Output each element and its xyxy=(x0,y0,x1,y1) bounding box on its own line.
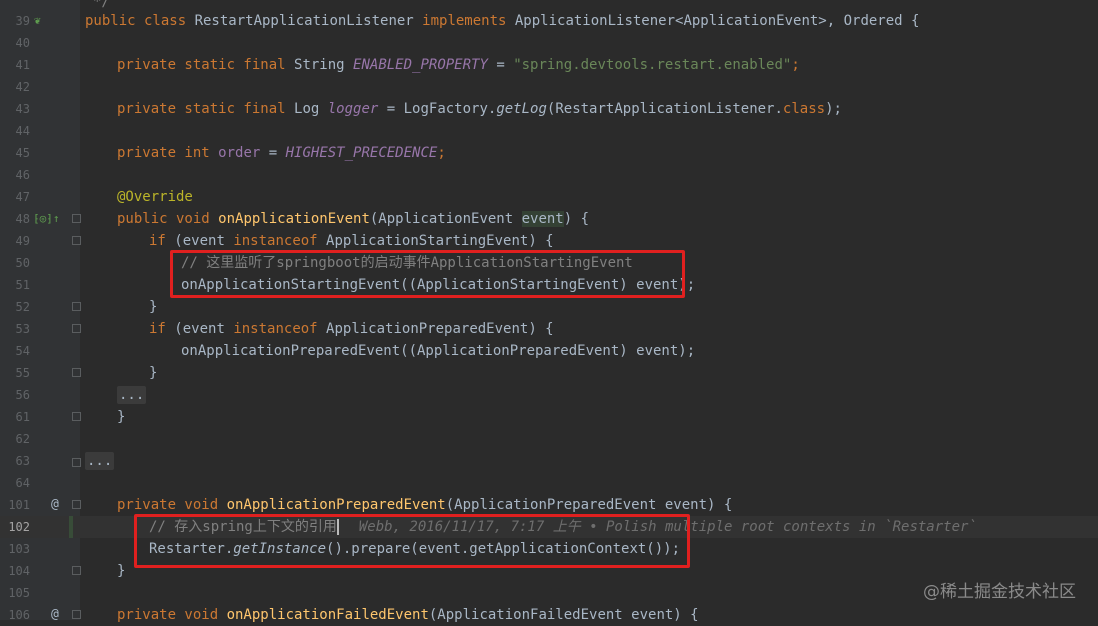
code-line-102: 102 // 存入spring上下文的引用 Webb, 2016/11/17, 7… xyxy=(0,516,1098,538)
code-text: if (event instanceof ApplicationPrepared… xyxy=(149,321,554,337)
code-line-50: 50 // 这里监听了springboot的启动事件ApplicationSta… xyxy=(0,252,1098,274)
git-blame-annotation: Webb, 2016/11/17, 7:17 上午 • Polish multi… xyxy=(358,519,977,535)
fold-toggle[interactable] xyxy=(72,458,81,467)
fold-toggle[interactable] xyxy=(72,324,81,333)
fold-toggle[interactable] xyxy=(72,412,81,421)
line-number: 52 xyxy=(15,300,30,314)
line-number: 43 xyxy=(15,102,30,116)
code-text: public class RestartApplicationListener … xyxy=(85,13,920,29)
vcs-change-marker[interactable] xyxy=(69,516,73,538)
fold-toggle[interactable] xyxy=(72,610,81,619)
code-line-41: 41 private static final String ENABLED_P… xyxy=(0,54,1098,76)
code-line-52: 52 } xyxy=(0,296,1098,318)
fold-toggle[interactable] xyxy=(72,566,81,575)
code-line-54: 54 onApplicationPreparedEvent((Applicati… xyxy=(0,340,1098,362)
code-text: // 存入spring上下文的引用 Webb, 2016/11/17, 7:17 … xyxy=(149,519,977,535)
folded-region[interactable]: ... xyxy=(117,384,147,406)
code-line-64: 64 xyxy=(0,472,1098,494)
code-text: } xyxy=(117,563,126,579)
code-line-56: 56 ... xyxy=(0,384,1098,406)
line-number: 56 xyxy=(15,388,30,402)
code-text: } xyxy=(117,409,126,425)
line-number: 106 xyxy=(8,608,30,622)
line-number: 104 xyxy=(8,564,30,578)
code-line-46: 46 xyxy=(0,164,1098,186)
code-text: onApplicationStartingEvent((ApplicationS… xyxy=(181,277,696,293)
code-text: } xyxy=(149,365,158,381)
code-text: } xyxy=(149,299,158,315)
line-number: 42 xyxy=(15,80,30,94)
line-number: 102 xyxy=(8,520,30,534)
override-run-icon[interactable]: ⁅◎⁆↑ xyxy=(33,208,60,230)
code-text: private void onApplicationPreparedEvent(… xyxy=(117,497,733,513)
line-number: 54 xyxy=(15,344,30,358)
fold-toggle[interactable] xyxy=(72,214,81,223)
code-line-53: 53 if (event instanceof ApplicationPrepa… xyxy=(0,318,1098,340)
code-line-42: 42 xyxy=(0,76,1098,98)
code-line-106: 106 @ private void onApplicationFailedEv… xyxy=(0,604,1098,626)
line-number: 40 xyxy=(15,36,30,50)
line-number: 49 xyxy=(15,234,30,248)
code-line-48: 48 ⁅◎⁆↑ public void onApplicationEvent(A… xyxy=(0,208,1098,230)
line-number: 62 xyxy=(15,432,30,446)
annotation-text: @Override xyxy=(117,189,193,205)
fold-toggle[interactable] xyxy=(72,236,81,245)
line-number: 46 xyxy=(15,168,30,182)
line-number: 101 xyxy=(8,498,30,512)
line-number: 44 xyxy=(15,124,30,138)
at-icon[interactable]: @ xyxy=(51,604,59,626)
line-number: 39 xyxy=(15,14,30,28)
code-line-44: 44 xyxy=(0,120,1098,142)
at-icon[interactable]: @ xyxy=(51,494,59,516)
code-text: private int order = HIGHEST_PRECEDENCE; xyxy=(117,145,446,161)
code-text: private void onApplicationFailedEvent(Ap… xyxy=(117,607,699,623)
line-number: 103 xyxy=(8,542,30,556)
code-text: private static final String ENABLED_PROP… xyxy=(117,57,800,73)
bean-icon[interactable]: ❦ xyxy=(34,10,41,32)
line-number: 63 xyxy=(15,454,30,468)
fold-toggle[interactable] xyxy=(72,500,81,509)
fold-toggle[interactable] xyxy=(72,302,81,311)
code-line-55: 55 } xyxy=(0,362,1098,384)
line-number: 41 xyxy=(15,58,30,72)
code-line-43: 43 private static final Log logger = Log… xyxy=(0,98,1098,120)
code-line-51: 51 onApplicationStartingEvent((Applicati… xyxy=(0,274,1098,296)
line-number: 105 xyxy=(8,586,30,600)
code-line-49: 49 if (event instanceof ApplicationStart… xyxy=(0,230,1098,252)
code-line-47: 47 @Override xyxy=(0,186,1098,208)
code-line-62: 62 xyxy=(0,428,1098,450)
code-line-40: 40 xyxy=(0,32,1098,54)
code-text: if (event instanceof ApplicationStarting… xyxy=(149,233,554,249)
code-line-101: 101 @ private void onApplicationPrepared… xyxy=(0,494,1098,516)
comment-text: // 这里监听了springboot的启动事件ApplicationStarti… xyxy=(181,255,633,271)
code-text: onApplicationPreparedEvent((ApplicationP… xyxy=(181,343,696,359)
line-number: 51 xyxy=(15,278,30,292)
code-text: public void onApplicationEvent(Applicati… xyxy=(117,211,590,227)
code-line-39: 39 ❦ public class RestartApplicationList… xyxy=(0,10,1098,32)
code-line-61: 61 } xyxy=(0,406,1098,428)
line-number: 55 xyxy=(15,366,30,380)
line-number: 48 xyxy=(15,212,30,226)
code-text: private static final Log logger = LogFac… xyxy=(117,101,842,117)
code-text: Restarter.getInstance().prepare(event.ge… xyxy=(149,541,681,557)
line-number: 47 xyxy=(15,190,30,204)
watermark: @稀土掘金技术社区 xyxy=(923,582,1076,602)
line-number: 53 xyxy=(15,322,30,336)
code-line-63: 63 ... xyxy=(0,450,1098,472)
code-line-45: 45 private int order = HIGHEST_PRECEDENC… xyxy=(0,142,1098,164)
line-number: 50 xyxy=(15,256,30,270)
fold-toggle[interactable] xyxy=(72,368,81,377)
code-line-103: 103 Restarter.getInstance().prepare(even… xyxy=(0,538,1098,560)
text-cursor xyxy=(336,519,339,535)
line-number: 61 xyxy=(15,410,30,424)
line-number: 45 xyxy=(15,146,30,160)
line-number: 64 xyxy=(15,476,30,490)
folded-region[interactable]: ... xyxy=(85,450,115,472)
